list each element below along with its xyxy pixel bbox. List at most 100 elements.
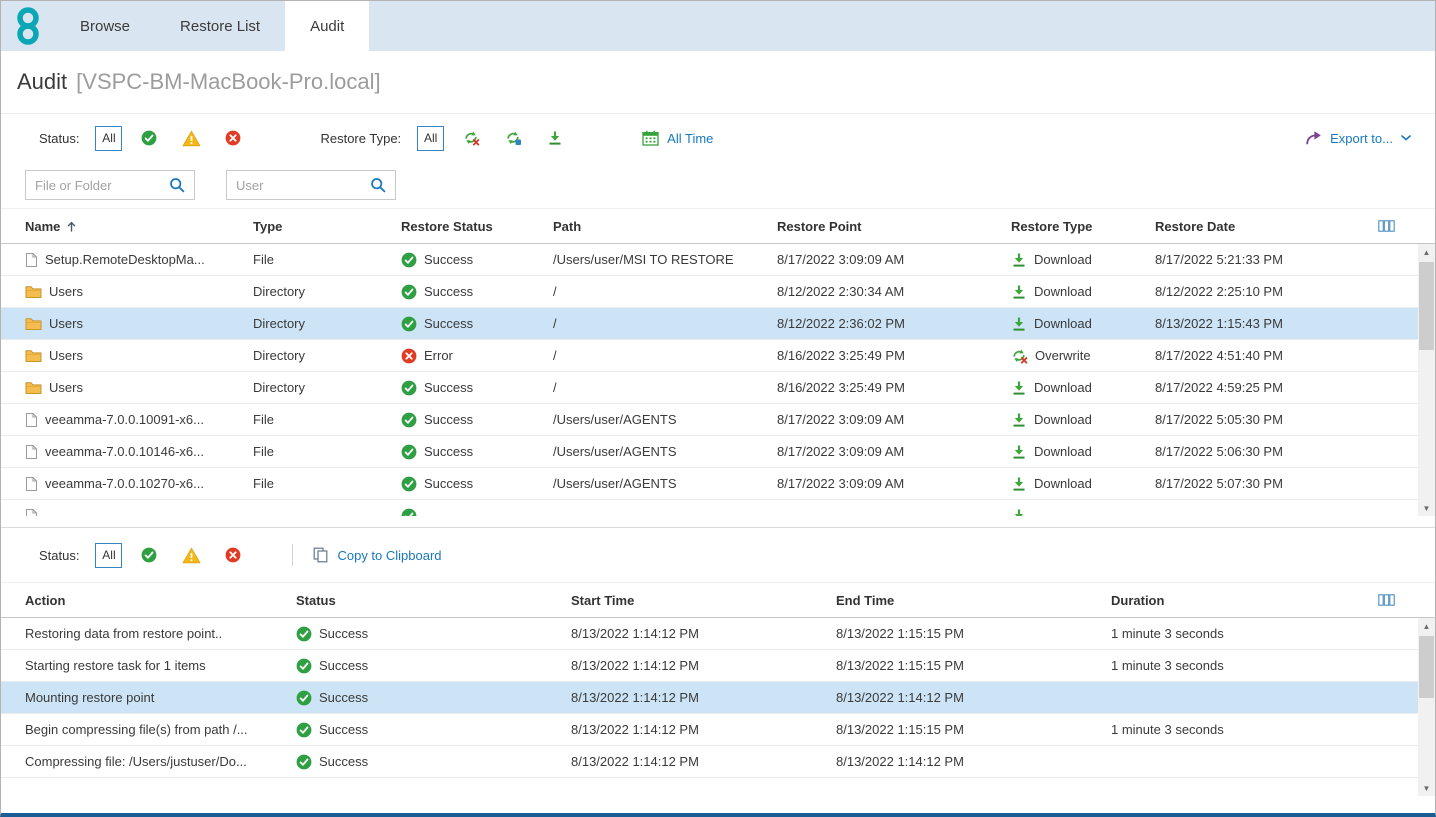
details-status-error-button[interactable] (222, 544, 244, 566)
export-icon (1305, 130, 1322, 146)
status-cell: Success (296, 626, 571, 642)
search-icon[interactable] (169, 177, 185, 193)
table-row[interactable] (1, 500, 1418, 516)
status-filter-error-button[interactable] (222, 127, 244, 149)
details-vertical-scrollbar[interactable]: ▲ ▼ (1418, 618, 1435, 796)
column-chooser-button[interactable] (1378, 594, 1435, 606)
filter-toolbar: Status: All Restore Type: All All Time E… (1, 114, 1435, 162)
restore-type-cell: Download (1011, 380, 1155, 396)
column-header-restore-point[interactable]: Restore Point (777, 219, 1011, 234)
name-text: Users (49, 284, 83, 299)
type-cell: File (253, 444, 401, 459)
column-header-restore-status[interactable]: Restore Status (401, 219, 553, 234)
restore-type-download-button[interactable] (544, 127, 566, 149)
restore-date-cell: 8/13/2022 1:15:43 PM (1155, 316, 1361, 331)
column-header-type[interactable]: Type (253, 219, 401, 234)
user-search-input[interactable] (236, 178, 370, 193)
column-header-name[interactable]: Name (25, 219, 253, 234)
scrollbar-thumb[interactable] (1419, 636, 1434, 698)
status-text: Success (424, 284, 473, 299)
restore-type-cell: Download (1011, 316, 1155, 332)
details-status-warning-button[interactable] (180, 544, 202, 566)
table-row[interactable]: UsersDirectoryError/8/16/2022 3:25:49 PM… (1, 340, 1418, 372)
user-search-field[interactable] (226, 170, 396, 200)
page-title-host: [VSPC-BM-MacBook-Pro.local] (76, 69, 380, 95)
scrollbar-thumb[interactable] (1419, 262, 1434, 350)
column-header-status[interactable]: Status (296, 593, 571, 608)
column-header-restore-type[interactable]: Restore Type (1011, 219, 1155, 234)
copy-to-clipboard-button[interactable]: Copy to Clipboard (313, 547, 441, 563)
file-search-input[interactable] (35, 178, 169, 193)
scroll-up-button[interactable]: ▲ (1418, 618, 1435, 634)
tab-audit[interactable]: Audit (285, 1, 369, 51)
status-filter-all-button[interactable]: All (95, 126, 122, 151)
scroll-down-button[interactable]: ▼ (1418, 780, 1435, 796)
copy-to-clipboard-link[interactable]: Copy to Clipboard (337, 548, 441, 563)
toolbar-divider (292, 544, 293, 566)
column-header-end-time[interactable]: End Time (836, 593, 1111, 608)
table-row[interactable]: veeamma-7.0.0.10146-x6...FileSuccess/Use… (1, 436, 1418, 468)
file-search-field[interactable] (25, 170, 195, 200)
search-icon[interactable] (370, 177, 386, 193)
column-header-start-time[interactable]: Start Time (571, 593, 836, 608)
details-filter-toolbar: Status: All Copy to Clipboard (1, 528, 1435, 582)
success-icon (296, 690, 312, 706)
details-table-header: Action Status Start Time End Time Durati… (1, 582, 1435, 618)
scroll-down-icon: ▼ (1423, 784, 1431, 793)
details-status-all-button[interactable]: All (95, 543, 122, 568)
column-header-duration[interactable]: Duration (1111, 593, 1351, 608)
restore-type-all-button[interactable]: All (417, 126, 444, 151)
table-row[interactable]: Compressing file: /Users/justuser/Do...S… (1, 746, 1418, 778)
table-row[interactable]: Starting restore task for 1 itemsSuccess… (1, 650, 1418, 682)
time-range-link[interactable]: All Time (667, 131, 713, 146)
status-text: Success (424, 252, 473, 267)
main-vertical-scrollbar[interactable]: ▲ ▼ (1418, 244, 1435, 516)
table-row[interactable]: Mounting restore pointSuccess8/13/2022 1… (1, 682, 1418, 714)
overwrite-icon (1011, 348, 1028, 364)
table-row[interactable]: Begin compressing file(s) from path /...… (1, 714, 1418, 746)
table-row[interactable]: UsersDirectorySuccess/8/12/2022 2:30:34 … (1, 276, 1418, 308)
table-row[interactable]: veeamma-7.0.0.10091-x6...FileSuccess/Use… (1, 404, 1418, 436)
scrollbar-track[interactable] (1418, 260, 1435, 500)
tab-browse[interactable]: Browse (55, 1, 155, 51)
duration-cell: 1 minute 3 seconds (1111, 626, 1351, 641)
restore-date-cell: 8/17/2022 5:07:30 PM (1155, 476, 1361, 491)
chevron-down-icon (1401, 135, 1411, 141)
column-header-name-label: Name (25, 219, 60, 234)
details-status-success-button[interactable] (138, 544, 160, 566)
table-row[interactable]: Setup.RemoteDesktopMa...FileSuccess/User… (1, 244, 1418, 276)
restore-type-cell (1011, 508, 1155, 517)
column-header-path[interactable]: Path (553, 219, 777, 234)
table-row[interactable]: Restoring data from restore point..Succe… (1, 618, 1418, 650)
status-filter-warning-button[interactable] (180, 127, 202, 149)
status-filter-label: Status: (39, 131, 79, 146)
main-table: Setup.RemoteDesktopMa...FileSuccess/User… (1, 244, 1435, 516)
status-text: Error (424, 348, 453, 363)
export-menu[interactable]: Export to... (1305, 130, 1411, 146)
restore-type-keep-button[interactable] (502, 127, 524, 149)
tab-restore-list[interactable]: Restore List (155, 1, 285, 51)
end-time-cell: 8/13/2022 1:15:15 PM (836, 626, 1111, 641)
column-chooser-button[interactable] (1378, 220, 1435, 232)
table-row[interactable]: veeamma-7.0.0.10270-x6...FileSuccess/Use… (1, 468, 1418, 500)
scroll-down-button[interactable]: ▼ (1418, 500, 1435, 516)
scroll-up-button[interactable]: ▲ (1418, 244, 1435, 260)
scrollbar-track[interactable] (1418, 634, 1435, 780)
path-cell: /Users/user/AGENTS (553, 444, 777, 459)
table-row[interactable]: UsersDirectorySuccess/8/12/2022 2:36:02 … (1, 308, 1418, 340)
type-cell: File (253, 252, 401, 267)
time-range-filter[interactable]: All Time (642, 130, 713, 146)
column-header-action[interactable]: Action (25, 593, 296, 608)
main-table-header: Name Type Restore Status Path Restore Po… (1, 208, 1435, 244)
restore-point-cell: 8/17/2022 3:09:09 AM (777, 444, 1011, 459)
folder-icon (25, 349, 42, 363)
table-row[interactable]: UsersDirectorySuccess/8/16/2022 3:25:49 … (1, 372, 1418, 404)
status-filter-success-button[interactable] (138, 127, 160, 149)
file-icon (25, 252, 38, 268)
restore-date-cell: 8/17/2022 5:06:30 PM (1155, 444, 1361, 459)
column-header-restore-date[interactable]: Restore Date (1155, 219, 1361, 234)
name-cell: Users (25, 284, 253, 299)
export-link[interactable]: Export to... (1330, 131, 1393, 146)
restore-type-overwrite-button[interactable] (460, 127, 482, 149)
app-logo (1, 1, 55, 51)
